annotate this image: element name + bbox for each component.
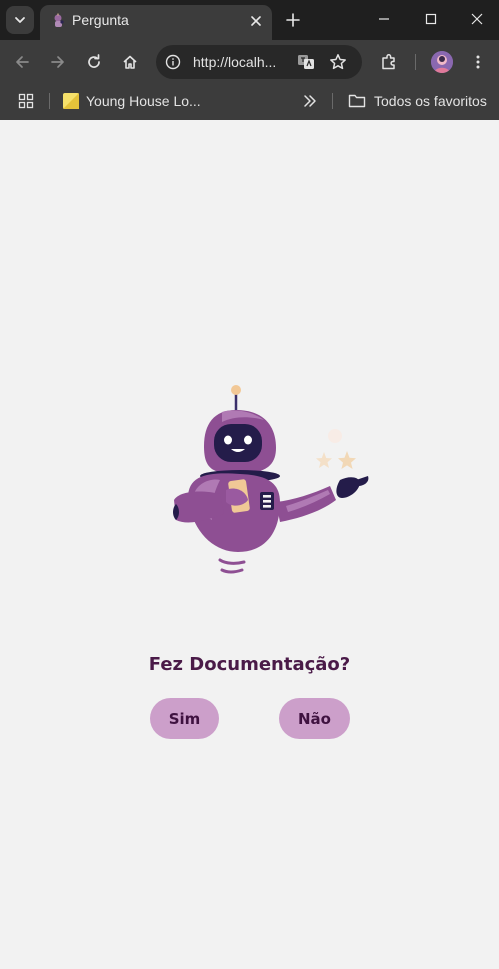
tab-title: Pergunta <box>72 12 129 28</box>
bookmark-favicon-icon <box>63 93 79 109</box>
address-url[interactable]: http://localh... <box>193 53 276 71</box>
home-icon <box>123 55 137 69</box>
apps-grid-icon <box>18 93 34 109</box>
tab-search-button[interactable] <box>6 6 34 34</box>
more-vertical-icon <box>476 55 480 69</box>
arrow-left-icon <box>16 56 29 68</box>
bookmarks-divider <box>49 93 50 109</box>
bookmark-star-button[interactable] <box>328 52 348 72</box>
new-tab-button[interactable] <box>282 9 304 31</box>
bookmark-label: Young House Lo... <box>86 93 201 109</box>
translate-button[interactable] <box>296 52 316 72</box>
active-tab[interactable]: Pergunta <box>40 5 272 40</box>
window-close-button[interactable] <box>457 4 497 34</box>
chevron-double-right-icon <box>304 95 316 107</box>
reload-icon <box>88 54 100 68</box>
maximize-icon <box>425 13 437 25</box>
browser-toolbar: http://localh... <box>0 40 499 84</box>
translate-icon <box>298 55 314 69</box>
no-button[interactable]: Não <box>279 698 350 739</box>
page-content: Fez Documentação? Sim Não <box>0 120 499 969</box>
bookmarks-divider <box>332 93 333 109</box>
arrow-right-icon <box>51 56 64 68</box>
puzzle-icon <box>382 53 395 70</box>
apps-button[interactable] <box>16 91 36 111</box>
tab-strip: Pergunta <box>0 0 499 40</box>
reload-button[interactable] <box>82 50 106 74</box>
chevron-down-icon <box>15 17 25 23</box>
tab-close-button[interactable] <box>246 11 266 31</box>
back-button[interactable] <box>10 50 34 74</box>
star-outline-icon <box>330 54 346 70</box>
more-bookmarks-button[interactable] <box>300 91 320 111</box>
browser-menu-button[interactable] <box>466 50 490 74</box>
all-bookmarks-label: Todos os favoritos <box>374 93 487 109</box>
question-title: Fez Documentação? <box>148 654 351 675</box>
home-button[interactable] <box>118 50 142 74</box>
site-info-button[interactable] <box>163 52 183 72</box>
yes-button[interactable]: Sim <box>150 698 219 739</box>
robot-illustration <box>173 385 369 574</box>
avatar-icon <box>431 51 453 73</box>
extensions-button[interactable] <box>377 50 401 74</box>
folder-icon <box>348 94 366 108</box>
info-icon <box>165 54 181 70</box>
close-icon <box>251 16 261 26</box>
all-bookmarks-button[interactable]: Todos os favoritos <box>348 90 487 112</box>
minimize-button[interactable] <box>364 4 404 34</box>
bookmarks-bar: Young House Lo... Todos os favoritos <box>0 84 499 120</box>
bookmark-item[interactable]: Young House Lo... <box>63 90 201 112</box>
close-icon <box>471 13 483 25</box>
toolbar-divider <box>415 54 416 70</box>
robot-favicon-icon <box>54 13 64 27</box>
profile-avatar[interactable] <box>431 51 453 73</box>
plus-icon <box>286 13 300 27</box>
forward-button[interactable] <box>46 50 70 74</box>
maximize-button[interactable] <box>411 4 451 34</box>
address-bar[interactable]: http://localh... <box>156 45 362 79</box>
minimize-icon <box>379 18 389 20</box>
